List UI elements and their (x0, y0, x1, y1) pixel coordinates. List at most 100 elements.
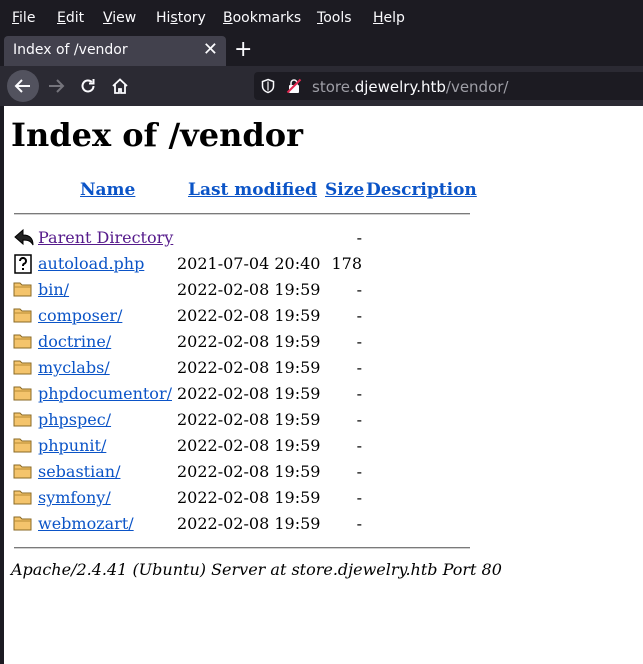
menu-bookmarks-label: ookmarks (232, 10, 302, 26)
arrow-right-icon (49, 79, 65, 93)
tracking-shield-icon[interactable] (260, 78, 276, 94)
menu-tools-label: ools (323, 10, 352, 26)
entry-link[interactable]: sebastian/ (38, 462, 120, 481)
entry-link[interactable]: webmozart/ (38, 514, 134, 533)
entry-link[interactable]: doctrine/ (38, 332, 111, 351)
divider-bottom (14, 547, 470, 549)
entry-size: - (356, 358, 362, 377)
url-text[interactable]: store.djewelry.htb/vendor/ (312, 78, 508, 96)
entry-modified: 2021-07-04 20:40 (177, 254, 321, 273)
close-icon[interactable]: ✕ (203, 39, 218, 60)
entry-size: - (356, 332, 362, 351)
entry-link[interactable]: composer/ (38, 306, 122, 325)
entry-size: - (356, 462, 362, 481)
menu-help[interactable]: Help (373, 10, 405, 26)
divider-top (14, 213, 470, 215)
reload-icon (81, 79, 95, 93)
column-name-link[interactable]: Name (80, 180, 135, 200)
entry-modified: 2022-02-08 19:59 (177, 358, 321, 377)
menu-tools[interactable]: Tools (317, 10, 352, 26)
entry-modified: 2022-02-08 19:59 (177, 332, 321, 351)
entry-size: - (356, 514, 362, 533)
table-row: composer/2022-02-08 19:59 - (4, 303, 564, 329)
entry-modified: 2022-02-08 19:59 (177, 306, 321, 325)
entry-modified: 2022-02-08 19:59 (177, 462, 321, 481)
entry-link[interactable]: autoload.php (38, 254, 144, 273)
table-row: bin/2022-02-08 19:59 - (4, 277, 564, 303)
browser-chrome: File Edit View History Bookmarks Tools H… (0, 0, 643, 106)
menu-history-label-end: tory (177, 10, 206, 26)
new-tab-button[interactable]: + (234, 37, 252, 62)
folder-icon (13, 358, 33, 380)
table-row: symfony/2022-02-08 19:59 - (4, 485, 564, 511)
menu-view-accesskey: V (103, 10, 113, 26)
folder-icon (13, 514, 33, 536)
column-size-link[interactable]: Size (325, 180, 364, 200)
menu-bar: File Edit View History Bookmarks Tools H… (0, 0, 643, 36)
menu-edit-accesskey: E (57, 10, 66, 26)
entry-link[interactable]: phpdocumentor/ (38, 384, 172, 403)
menu-help-label: elp (383, 10, 405, 26)
menu-history-accesskey: s (170, 10, 178, 26)
menu-history-label-start: Hi (156, 10, 171, 26)
entry-modified: 2022-02-08 19:59 (177, 280, 321, 299)
url-host-prefix: store. (312, 78, 355, 96)
server-signature: Apache/2.4.41 (Ubuntu) Server at store.d… (11, 560, 502, 579)
navigation-toolbar: store.djewelry.htb/vendor/ (0, 66, 643, 106)
entry-modified: 2022-02-08 19:59 (177, 488, 321, 507)
column-modified-link[interactable]: Last modified (188, 180, 317, 200)
folder-icon (13, 436, 33, 458)
entry-modified: 2022-02-08 19:59 (177, 436, 321, 455)
folder-icon (13, 462, 33, 484)
folder-icon (13, 332, 33, 354)
insecure-lock-icon[interactable] (286, 78, 302, 94)
entry-link[interactable]: phpunit/ (38, 436, 106, 455)
home-icon (112, 78, 128, 94)
column-description-link[interactable]: Description (366, 180, 477, 200)
menu-view[interactable]: View (103, 10, 136, 26)
entry-size: - (356, 280, 362, 299)
tab-active[interactable]: Index of /vendor ✕ (4, 36, 226, 66)
tab-title: Index of /vendor (13, 42, 128, 58)
entry-modified: 2022-02-08 19:59 (177, 514, 321, 533)
entry-size: 178 (331, 254, 362, 273)
reload-button[interactable] (72, 70, 104, 102)
menu-history[interactable]: History (156, 10, 206, 26)
menu-help-accesskey: H (373, 10, 384, 26)
page-title: Index of /vendor (11, 116, 303, 154)
menu-edit[interactable]: Edit (57, 10, 84, 26)
back-button[interactable] (7, 70, 39, 102)
entry-link[interactable]: symfony/ (38, 488, 111, 507)
entry-modified: 2022-02-08 19:59 (177, 384, 321, 403)
table-row: autoload.php 2021-07-04 20:40 178 (4, 251, 564, 277)
unknown-file-icon (13, 254, 33, 278)
home-button[interactable] (104, 70, 136, 102)
entry-modified: 2022-02-08 19:59 (177, 410, 321, 429)
menu-file-label: ile (19, 10, 36, 26)
table-row: myclabs/2022-02-08 19:59 - (4, 355, 564, 381)
arrow-left-icon (14, 79, 30, 93)
table-row: Parent Directory - (4, 225, 564, 251)
entry-size: - (356, 488, 362, 507)
entry-size: - (356, 410, 362, 429)
entry-link[interactable]: bin/ (38, 280, 69, 299)
entry-link[interactable]: myclabs/ (38, 358, 110, 377)
entry-link[interactable]: Parent Directory (38, 228, 173, 247)
table-row: webmozart/2022-02-08 19:59 - (4, 511, 564, 537)
table-row: sebastian/2022-02-08 19:59 - (4, 459, 564, 485)
entry-size: - (356, 306, 362, 325)
forward-button[interactable] (40, 70, 72, 102)
table-row: phpunit/2022-02-08 19:59 - (4, 433, 564, 459)
menu-file-accesskey: F (12, 10, 20, 26)
url-path: /vendor/ (445, 78, 509, 96)
entry-link[interactable]: phpspec/ (38, 410, 111, 429)
tab-bar: Index of /vendor ✕ + (0, 36, 643, 66)
folder-icon (13, 280, 33, 302)
folder-icon (13, 384, 33, 406)
table-row: phpdocumentor/2022-02-08 19:59 - (4, 381, 564, 407)
menu-bookmarks[interactable]: Bookmarks (223, 10, 301, 26)
url-bar[interactable]: store.djewelry.htb/vendor/ (254, 72, 643, 100)
menu-file[interactable]: File (12, 10, 35, 26)
entry-size: - (356, 384, 362, 403)
page-content: Index of /vendor Name Last modified Size… (4, 106, 643, 664)
